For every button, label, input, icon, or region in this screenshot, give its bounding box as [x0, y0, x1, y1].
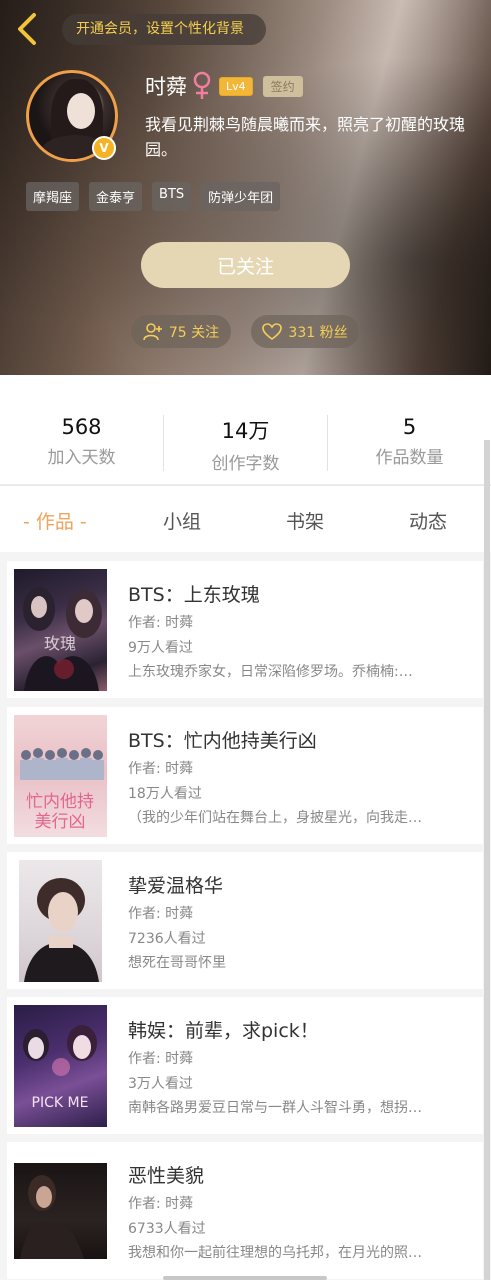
work-title: 恶性美貌 — [128, 1165, 205, 1187]
work-author: 作者: 时蕣 — [128, 1051, 194, 1067]
verified-badge-icon: V — [92, 136, 116, 160]
work-description: 想死在哥哥怀里 — [128, 955, 226, 971]
work-author: 作者: 时蕣 — [128, 761, 194, 777]
heart-icon — [262, 322, 283, 340]
home-indicator — [163, 1276, 327, 1280]
svg-text:PICK ME: PICK ME — [32, 1095, 89, 1111]
work-title: 挚爱温格华 — [128, 875, 224, 897]
work-views: 9万人看过 — [128, 640, 193, 656]
female-icon — [193, 71, 211, 99]
tab-works[interactable]: - 作品 - — [23, 507, 87, 534]
chevron-left-icon — [18, 13, 36, 45]
add-user-icon — [143, 322, 162, 340]
list-item[interactable]: 忙内他持 美行凶 BTS：忙内他持美行凶 作者: 时蕣 18万人看过 （我的少年… — [7, 707, 483, 844]
level-badge: Lv4 — [219, 76, 253, 96]
stat-label: 创作字数 — [211, 454, 280, 474]
book-cover: PICK ME — [14, 1005, 107, 1127]
name-row: 时蕣 Lv4 签约 — [145, 70, 303, 102]
work-description: （我的少年们站在舞台上，身披星光，向我走… — [128, 810, 422, 826]
work-views: 3万人看过 — [128, 1076, 193, 1092]
work-title: BTS：忙内他持美行凶 — [128, 730, 317, 752]
profile-tabs: - 作品 - 小组 书架 动态 — [0, 485, 491, 552]
book-cover: 忙内他持 美行凶 — [14, 715, 107, 837]
fans-count-button[interactable]: 331 粉丝 — [251, 315, 359, 348]
vip-background-banner[interactable]: 开通会员，设置个性化背景 — [62, 14, 266, 45]
back-button[interactable] — [12, 12, 42, 46]
tab-activity[interactable]: 动态 — [409, 507, 447, 534]
stat-label: 作品数量 — [375, 448, 444, 468]
signed-badge: 签约 — [262, 75, 303, 97]
svg-text:玫瑰: 玫瑰 — [44, 634, 76, 653]
work-views: 18万人看过 — [128, 786, 202, 802]
work-author: 作者: 时蕣 — [128, 615, 194, 631]
tag-list: 摩羯座 金泰亨 BTS 防弹少年团 — [26, 182, 281, 211]
stat-works-count: 5 作品数量 — [328, 415, 491, 468]
list-item[interactable]: PICK ME 韩娱：前辈，求pick！ 作者: 时蕣 3万人看过 南韩各路男爱… — [7, 997, 483, 1134]
work-views: 7236人看过 — [128, 931, 206, 947]
follow-button[interactable]: 已关注 — [141, 242, 350, 288]
stat-join-days: 568 加入天数 — [0, 415, 163, 468]
user-name: 时蕣 — [145, 75, 187, 99]
user-bio: 我看见荆棘鸟随晨曦而来，照亮了初醒的玫瑰园。 — [145, 115, 466, 159]
tag[interactable]: 金泰亨 — [89, 182, 143, 211]
fans-count: 331 粉丝 — [288, 324, 348, 341]
work-views: 6733人看过 — [128, 1221, 206, 1237]
stat-value: 568 — [61, 415, 102, 439]
tag[interactable]: BTS — [152, 182, 192, 211]
list-item[interactable]: 挚爱温格华 作者: 时蕣 7236人看过 想死在哥哥怀里 — [7, 852, 483, 989]
following-count: 75 关注 — [168, 324, 220, 341]
work-description: 我想和你一起前往理想的乌托邦，在月光的照… — [128, 1245, 422, 1261]
profile-header: 开通会员，设置个性化背景 V 时蕣 Lv4 签约 我看见荆棘鸟随晨曦而来，照亮了… — [0, 0, 491, 375]
work-title: BTS：上东玫瑰 — [128, 584, 260, 606]
stat-value: 14万 — [221, 419, 270, 443]
work-title: 韩娱：前辈，求pick！ — [128, 1020, 319, 1042]
tab-groups[interactable]: 小组 — [163, 507, 201, 534]
scrollbar[interactable] — [484, 440, 490, 1280]
svg-text:忙内他持: 忙内他持 — [26, 792, 94, 812]
tag[interactable]: 摩羯座 — [26, 182, 80, 211]
avatar[interactable]: V — [26, 70, 118, 162]
book-cover: 玫瑰 — [14, 569, 107, 691]
tag[interactable]: 防弹少年团 — [201, 182, 281, 211]
stat-word-count: 14万 创作字数 — [164, 415, 327, 474]
list-item[interactable]: 玫瑰 BTS：上东玫瑰 作者: 时蕣 9万人看过 上东玫瑰乔家女，日常深陷修罗场… — [7, 561, 483, 698]
work-description: 南韩各路男爱豆日常与一群人斗智斗勇，想拐… — [128, 1100, 422, 1116]
svg-text:美行凶: 美行凶 — [35, 812, 86, 832]
tab-bookshelf[interactable]: 书架 — [286, 507, 324, 534]
work-author: 作者: 时蕣 — [128, 1196, 194, 1212]
list-item[interactable]: 恶性美貌 作者: 时蕣 6733人看过 我想和你一起前往理想的乌托邦，在月光的照… — [7, 1142, 483, 1279]
stat-value: 5 — [402, 415, 417, 439]
stats-bar: 568 加入天数 14万 创作字数 5 作品数量 — [0, 375, 491, 485]
stat-label: 加入天数 — [47, 448, 116, 468]
work-author: 作者: 时蕣 — [128, 906, 194, 922]
following-count-button[interactable]: 75 关注 — [131, 315, 231, 348]
work-description: 上东玫瑰乔家女，日常深陷修罗场。乔楠楠:… — [128, 664, 413, 680]
book-cover — [14, 1163, 107, 1259]
book-cover — [19, 860, 102, 982]
